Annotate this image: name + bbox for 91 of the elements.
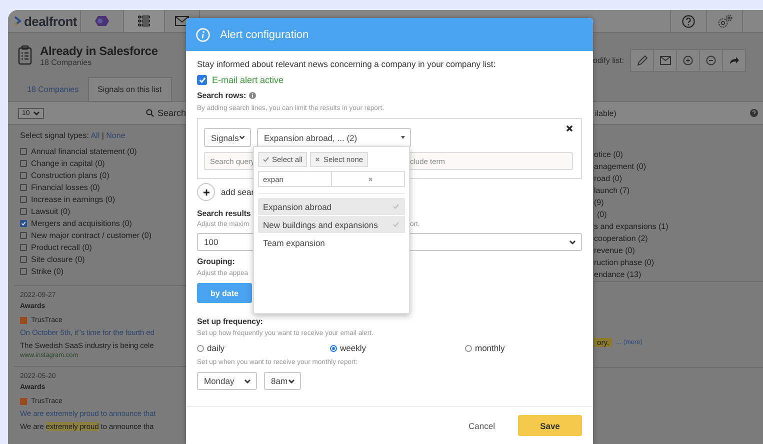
signal-type-label: New major contract / customer (0) (31, 230, 152, 240)
dialog-title: Alert configuration (220, 28, 309, 40)
intro-text: Stay informed about relevant news concerning a company in your company list: (197, 59, 497, 69)
caret-icon (401, 136, 405, 139)
save-button[interactable]: Save (518, 415, 582, 436)
logo-chevron-icon (14, 16, 22, 26)
frequency-radio[interactable] (330, 344, 337, 352)
signal-option[interactable]: Expansion abroad (258, 198, 405, 215)
clipboard-icon (18, 45, 32, 65)
signal-type-label: endance (13) (594, 269, 642, 281)
signal-checkbox[interactable] (20, 160, 27, 166)
signal-checkbox[interactable] (20, 268, 27, 274)
signal-type-label: anagement (0) (594, 161, 648, 173)
signal-type-label: road (0) (594, 173, 624, 185)
signal-checkbox[interactable] (20, 184, 27, 190)
signal-type-label: (9) (594, 197, 605, 209)
modify-list-label: odify list: (593, 56, 624, 64)
section-heading: Grouping: (197, 257, 235, 266)
settings-icon[interactable] (716, 14, 732, 28)
signal-checkbox[interactable] (20, 148, 27, 154)
check-icon (393, 222, 399, 227)
list-icon[interactable] (138, 15, 150, 27)
signal-type-label: otice (0) (594, 149, 624, 161)
check-icon (263, 157, 269, 162)
signal-type-label: s and expansions (1) (594, 221, 670, 233)
signal-type-label: Site closure (0) (31, 254, 85, 264)
frequency-label: weekly (340, 343, 366, 353)
search-icon (146, 109, 154, 117)
cancel-button[interactable]: Cancel (468, 416, 495, 434)
company-logo-icon (20, 398, 27, 404)
frequency-label: daily (207, 343, 224, 353)
signal-types-label: Select signal types: (20, 131, 89, 140)
link-separator: | (102, 131, 104, 140)
signal-type-label: Lawsuit (0) (31, 206, 70, 216)
signal-checkbox[interactable] (20, 208, 27, 214)
signal-type-label: Change in capital (0) (31, 158, 105, 168)
signal-type-label: ruction phase (0) (594, 257, 656, 269)
section-heading: Search results (197, 209, 251, 218)
time-select[interactable]: 8am (264, 372, 301, 390)
close-icon[interactable] (566, 125, 573, 132)
app-logo-text: dealfront (24, 14, 77, 28)
signal-checkbox[interactable] (20, 244, 27, 250)
signal-checkbox[interactable] (20, 232, 27, 238)
column-header-text: ilable) (594, 108, 616, 118)
signal-type-label: cooperation (2) (594, 233, 649, 245)
signal-select[interactable]: Expansion abroad, ... (2) (257, 128, 411, 147)
check-icon (393, 204, 399, 209)
plus-icon (202, 188, 210, 196)
info-icon[interactable] (249, 92, 256, 99)
company-logo-icon (20, 316, 27, 324)
help-icon[interactable] (682, 14, 695, 28)
signal-type-label: Strike (0) (31, 266, 64, 276)
signal-checkbox[interactable] (20, 220, 27, 226)
hexagon-app-icon[interactable] (94, 15, 110, 27)
signal-type-label: Financial losses (0) (31, 182, 100, 192)
email-alert-label: E-mail alert active (212, 75, 284, 85)
company-count: 18 Companies (40, 58, 93, 66)
frequency-radio[interactable] (197, 344, 204, 352)
section-heading: Search rows: (197, 91, 246, 100)
search-label[interactable]: Search (157, 108, 186, 118)
signal-type-label: Construction plans (0) (31, 170, 110, 180)
signal-checkbox[interactable] (20, 256, 27, 262)
add-row-button[interactable] (197, 183, 215, 201)
info-icon (196, 28, 210, 42)
signal-checkbox[interactable] (20, 172, 27, 178)
chevron-down-icon (244, 378, 251, 384)
x-icon (315, 157, 320, 162)
email-alert-checkbox[interactable] (197, 75, 207, 85)
add-row-label[interactable]: add sear (221, 187, 254, 197)
signal-checkbox[interactable] (20, 196, 27, 202)
help-icon[interactable] (750, 109, 758, 117)
chevron-down-icon (238, 135, 245, 140)
chevron-down-icon (32, 110, 40, 116)
list-tab[interactable]: Signals on this list (88, 77, 172, 101)
signal-type-label: Increase in earnings (0) (31, 194, 116, 204)
chevron-down-icon (569, 240, 576, 244)
signal-type-label: Product recall (0) (31, 242, 92, 252)
day-select[interactable]: Monday (197, 372, 257, 390)
signal-option[interactable]: New buildings and expansions (258, 216, 405, 233)
signal-type-label: Annual financial statement (0) (31, 146, 137, 156)
signal-type-label: launch (7) (594, 185, 631, 197)
field-type-select[interactable]: Signals (204, 128, 251, 147)
section-heading: Set up frequency: (197, 317, 263, 326)
chevron-down-icon (288, 378, 295, 384)
signal-option[interactable]: Team expansion (258, 234, 405, 251)
list-title: Already in Salesforce (40, 44, 158, 58)
signal-type-label: Mergers and acquisitions (0) (31, 218, 132, 228)
frequency-label: monthly (475, 343, 505, 353)
signal-type-label: revenue (0) (594, 245, 636, 257)
frequency-radio[interactable] (465, 344, 472, 352)
signal-type-label: (0) (596, 209, 608, 221)
